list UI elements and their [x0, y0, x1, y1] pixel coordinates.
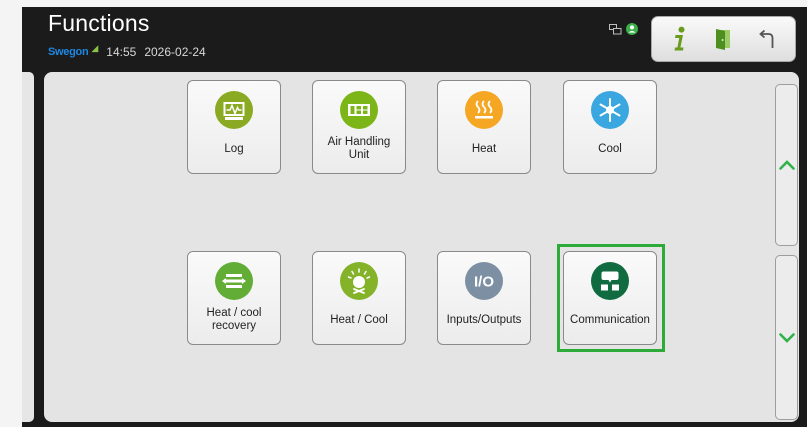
- log-monitor-icon: [215, 91, 253, 129]
- air-handling-unit-icon: [340, 91, 378, 129]
- snowflake-icon: [591, 91, 629, 129]
- user-icon: [626, 23, 638, 35]
- brand-logo: Swegon: [48, 46, 89, 58]
- chevron-up-icon: [778, 160, 795, 170]
- back-button[interactable]: [750, 22, 784, 56]
- brand-logo-mark: ◢: [91, 42, 99, 53]
- tile-label: Heat: [471, 142, 497, 155]
- heat-icon: [465, 91, 503, 129]
- header-toolbar: [651, 16, 796, 62]
- tile-label: Inputs/Outputs: [446, 313, 522, 326]
- cool-tile[interactable]: Cool: [563, 80, 657, 174]
- heat-cool-icon: [340, 262, 378, 300]
- tile-label: Heat / Cool: [330, 313, 388, 326]
- communication-tile[interactable]: Communication: [563, 251, 657, 345]
- current-date: 2026-02-24: [144, 45, 206, 59]
- heat-cool-recovery-tile[interactable]: Heat / cool recovery: [187, 251, 281, 345]
- heat-tile[interactable]: Heat: [437, 80, 531, 174]
- scroll-down-button[interactable]: [775, 255, 798, 420]
- chevron-down-icon: [778, 332, 795, 343]
- status-bar: Swegon ◢ 14:55 2026-02-24: [48, 42, 206, 60]
- functions-panel: [44, 72, 799, 422]
- status-icons: [609, 23, 638, 35]
- log-tile[interactable]: Log: [187, 80, 281, 174]
- inputs-outputs-tile[interactable]: I/O Inputs/Outputs: [437, 251, 531, 345]
- clock-time: 14:55: [106, 45, 137, 59]
- tile-label: Communication: [570, 313, 650, 326]
- back-arrow-icon: [759, 29, 774, 48]
- tile-label: Heat / cool recovery: [206, 307, 262, 332]
- svg-text:I/O: I/O: [474, 274, 494, 291]
- info-button[interactable]: [663, 22, 697, 56]
- air-handling-unit-tile[interactable]: Air Handling Unit: [312, 80, 406, 174]
- io-icon: I/O: [465, 262, 503, 300]
- tile-label: Air Handling Unit: [327, 136, 391, 161]
- heat-cool-tile[interactable]: Heat / Cool: [312, 251, 406, 345]
- page-title: Functions: [48, 10, 150, 36]
- tile-label: Cool: [598, 142, 622, 155]
- info-icon: [674, 26, 685, 51]
- door-exit-icon: [716, 29, 731, 50]
- tile-label: Log: [224, 142, 244, 155]
- side-panel-edge[interactable]: [22, 72, 34, 422]
- recovery-icon: [215, 262, 253, 300]
- scroll-up-button[interactable]: [775, 84, 798, 246]
- exit-button[interactable]: [706, 22, 740, 56]
- network-icon: [609, 23, 622, 34]
- communication-icon: [591, 262, 629, 300]
